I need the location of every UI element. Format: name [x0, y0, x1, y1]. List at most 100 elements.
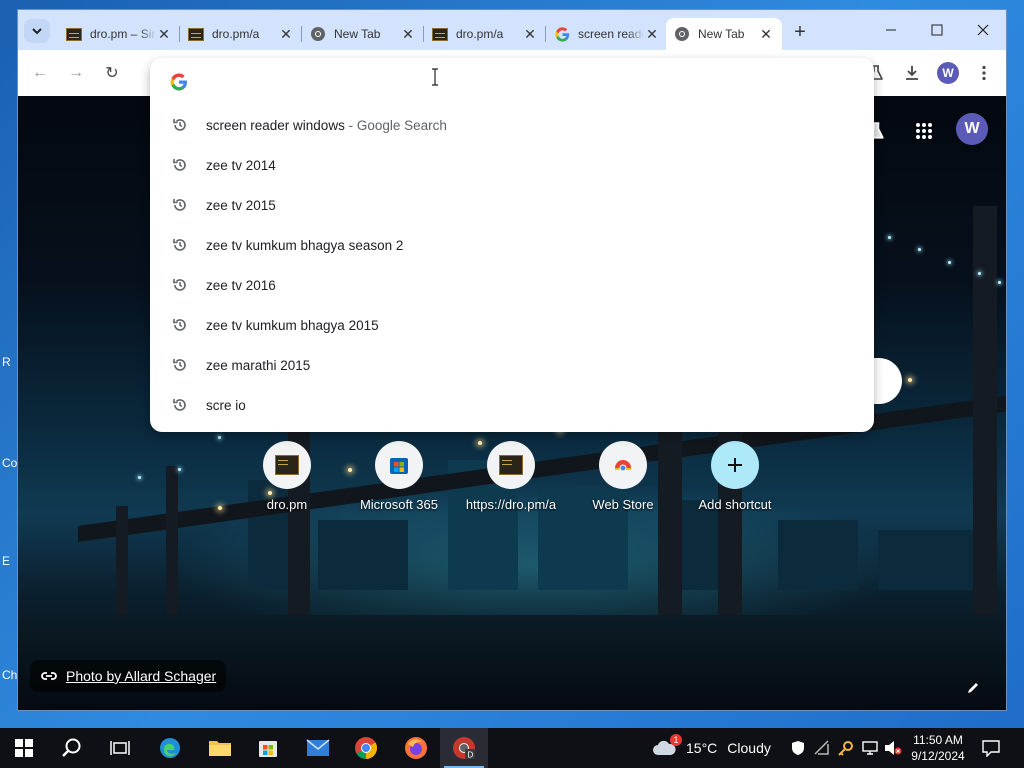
close-tab-icon[interactable]: ✕ — [522, 26, 538, 42]
desktop-icon-label[interactable]: Co — [2, 456, 17, 470]
chrome-icon — [674, 26, 690, 42]
taskbar-app-chrome[interactable] — [342, 728, 390, 768]
tray-icon[interactable] — [838, 728, 854, 768]
avatar[interactable]: W — [956, 113, 988, 145]
chrome-dev-icon: D — [453, 737, 475, 760]
search-button[interactable] — [48, 728, 96, 768]
weather-widget[interactable]: 1 15°C Cloudy — [652, 728, 771, 768]
history-icon — [173, 239, 186, 251]
new-tab-button[interactable]: + — [788, 20, 812, 44]
suggestion-item[interactable]: zee tv kumkum bhagya 2015 — [150, 305, 874, 345]
close-tab-icon[interactable]: ✕ — [758, 26, 774, 42]
suggestion-item[interactable]: scre io — [150, 385, 874, 425]
tab-title: New Tab — [334, 27, 381, 41]
suggestion-item[interactable]: zee marathi 2015 — [150, 345, 874, 385]
tab[interactable]: New Tab ✕ — [302, 18, 424, 50]
shortcut-label: Web Store — [592, 497, 654, 512]
dro-favicon — [188, 26, 204, 42]
taskbar-app-mail[interactable] — [294, 728, 342, 768]
action-center-button[interactable] — [982, 728, 1000, 768]
edge-icon — [160, 738, 180, 758]
tray-icon[interactable] — [862, 728, 878, 768]
history-icon — [173, 159, 186, 171]
shortcut-label: https://dro.pm/a — [465, 497, 557, 512]
desktop-icon-label[interactable]: Ch — [2, 668, 17, 682]
shortcut-tile[interactable]: Microsoft 365 — [344, 441, 454, 512]
weather-temperature: 15°C — [686, 740, 718, 756]
taskbar-app-store[interactable] — [244, 728, 292, 768]
dro-favicon — [487, 441, 535, 489]
tab-search-button[interactable] — [24, 19, 50, 43]
notification-icon — [982, 740, 1000, 757]
chrome-window: dro.pm – Simple Link Shortener ✕ dro.pm/… — [18, 10, 1006, 710]
customize-button[interactable] — [961, 676, 985, 700]
maximize-button[interactable] — [914, 15, 960, 45]
security-shield-icon — [792, 741, 804, 755]
google-icon — [554, 26, 570, 42]
tab-title: dro.pm/a — [456, 27, 504, 41]
dro-favicon — [66, 26, 82, 42]
weather-alert-badge: 1 — [670, 734, 682, 746]
shortcut-label: dro.pm — [266, 497, 308, 512]
desktop-icon-label[interactable]: E — [2, 554, 10, 568]
plus-icon — [711, 441, 759, 489]
desktop-icon-label[interactable]: R — [2, 355, 11, 369]
task-view-button[interactable] — [96, 728, 144, 768]
taskbar-app-edge[interactable] — [146, 728, 194, 768]
suggestion-item[interactable]: zee tv 2014 — [150, 145, 874, 185]
folder-icon — [209, 741, 231, 756]
monitor-icon — [862, 741, 878, 755]
suggestion-item[interactable]: zee tv kumkum bhagya season 2 — [150, 225, 874, 265]
tab-title: dro.pm/a — [212, 27, 260, 41]
tray-icon[interactable] — [814, 728, 832, 768]
close-window-button[interactable] — [960, 15, 1006, 45]
forward-button[interactable]: → — [64, 61, 88, 85]
avatar: W — [937, 62, 959, 84]
minimize-icon — [886, 29, 896, 31]
shortcut-tile[interactable]: Web Store — [568, 441, 678, 512]
menu-button[interactable] — [972, 61, 996, 85]
tab[interactable]: dro.pm/a ✕ — [424, 18, 546, 50]
suggestion-item[interactable]: zee tv 2015 — [150, 185, 874, 225]
system-clock[interactable]: 11:50 AM 9/12/2024 — [906, 732, 970, 764]
dro-favicon — [432, 26, 448, 42]
tray-icon[interactable] — [790, 728, 806, 768]
suggestion-text: zee tv kumkum bhagya season 2 — [206, 237, 404, 253]
close-tab-icon[interactable]: ✕ — [278, 26, 294, 42]
taskbar-app-file-explorer[interactable] — [196, 728, 244, 768]
photo-attribution-link[interactable]: Photo by Allard Schager — [30, 660, 227, 692]
volume-button[interactable] — [884, 728, 902, 768]
chrome-web-store-icon — [599, 441, 647, 489]
omnibox-input[interactable] — [150, 58, 874, 106]
start-button[interactable] — [0, 728, 48, 768]
chevron-down-icon — [32, 28, 42, 35]
profile-button[interactable]: W — [936, 61, 960, 85]
close-tab-icon[interactable]: ✕ — [156, 26, 172, 42]
suggestion-text: screen reader windows — [206, 117, 345, 133]
close-tab-icon[interactable]: ✕ — [644, 26, 660, 42]
close-tab-icon[interactable]: ✕ — [400, 26, 416, 42]
suggestion-text: zee tv 2014 — [206, 157, 276, 173]
add-shortcut-button[interactable]: Add shortcut — [680, 441, 790, 512]
microsoft-store-icon — [259, 741, 277, 757]
suggestion-item[interactable]: screen reader windows - Google Search — [150, 105, 874, 145]
tab[interactable]: dro.pm – Simple Link Shortener ✕ — [58, 18, 180, 50]
search-icon — [62, 738, 81, 757]
history-icon — [173, 199, 186, 211]
svg-text:D: D — [468, 751, 474, 760]
taskbar-app-firefox[interactable] — [392, 728, 440, 768]
tab[interactable]: screen reader windows ✕ — [546, 18, 668, 50]
taskbar: D 1 15°C Cloudy 11:50 AM 9/12/2024 — [0, 728, 1024, 768]
shortcut-tile[interactable]: dro.pm — [232, 441, 342, 512]
suggestion-item[interactable]: zee tv 2016 — [150, 265, 874, 305]
minimize-button[interactable] — [868, 15, 914, 45]
tab[interactable]: dro.pm/a ✕ — [180, 18, 302, 50]
chrome-icon — [355, 737, 377, 759]
shortcut-tile[interactable]: https://dro.pm/a — [456, 441, 566, 512]
back-button[interactable]: ← — [28, 61, 52, 85]
downloads-button[interactable] — [900, 61, 924, 85]
reload-button[interactable]: ↻ — [100, 61, 124, 85]
google-apps-button[interactable] — [908, 115, 940, 147]
taskbar-app-chrome-dev[interactable]: D — [440, 728, 488, 768]
tab-active[interactable]: New Tab ✕ — [666, 18, 782, 50]
